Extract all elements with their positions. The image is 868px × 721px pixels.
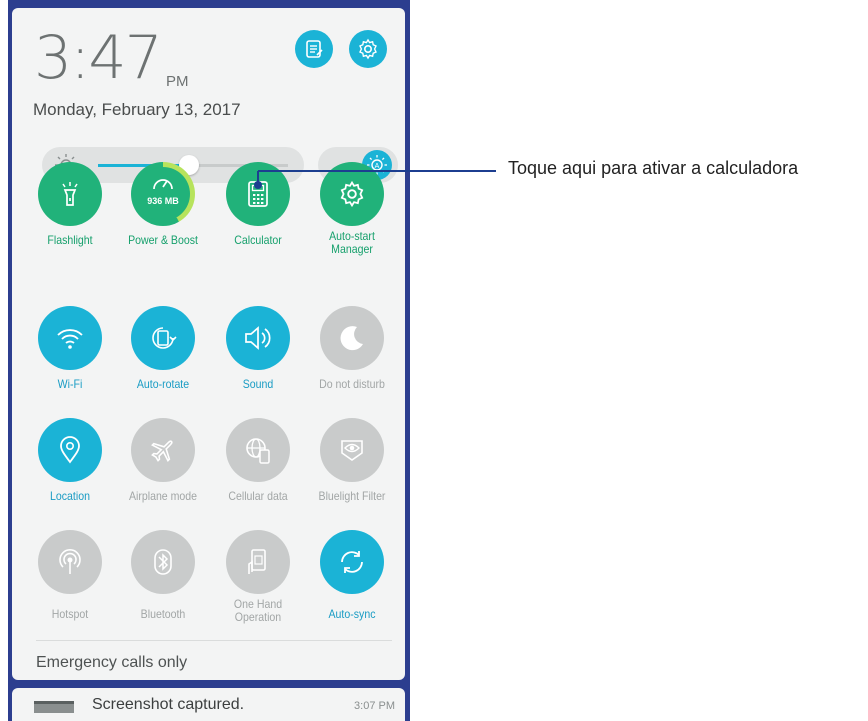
tile-wifi[interactable]: Wi-Fi: [24, 306, 116, 391]
notes-icon: [306, 40, 323, 58]
tile-circle: [38, 418, 102, 482]
tile-circle: [226, 530, 290, 594]
clock-ampm: PM: [166, 73, 189, 90]
airplane-icon: [151, 440, 173, 462]
tile-circle: [131, 306, 195, 370]
tile-circle: [226, 418, 290, 482]
moon-icon: [340, 326, 363, 351]
phone-screen: 3:47 PM Monday, February 13, 2017 A Flas…: [8, 0, 410, 721]
tile-circle: [320, 530, 384, 594]
clock-date: Monday, February 13, 2017: [33, 100, 241, 119]
tile-circle: [38, 530, 102, 594]
tile-label: Location: [50, 489, 90, 503]
tile-label: Calculator: [234, 233, 282, 247]
tile-do-not-disturb[interactable]: Do not disturb: [306, 306, 398, 391]
tile-cellular-data[interactable]: Cellular data: [212, 418, 304, 503]
tile-circle: [38, 306, 102, 370]
tile-auto-rotate[interactable]: Auto-rotate: [117, 306, 209, 391]
tile-label: Auto-start Manager: [329, 229, 375, 256]
tile-circle: 936 MB: [131, 162, 195, 226]
tile-power-boost[interactable]: 936 MB Power & Boost: [117, 162, 209, 247]
tile-label: Airplane mode: [128, 489, 198, 503]
one-hand-icon: [248, 549, 266, 574]
screenshot-thumbnail-icon: [34, 701, 74, 713]
settings-button[interactable]: [349, 30, 387, 68]
clock-time: 3:47: [34, 23, 163, 93]
tile-label: Cellular data: [228, 489, 288, 503]
notification-text: Screenshot captured.: [92, 696, 245, 713]
tile-auto-start-manager[interactable]: Auto-start Manager: [306, 162, 398, 256]
tile-bluetooth[interactable]: Bluetooth: [117, 530, 209, 621]
screenshot-notification[interactable]: Screenshot captured. 3:07 PM: [12, 688, 405, 721]
tile-label: Flashlight: [47, 233, 93, 247]
tile-label: Auto-rotate: [136, 377, 190, 391]
tile-label: Auto-sync: [328, 607, 376, 621]
location-pin-icon: [60, 436, 80, 464]
memory-badge: 936 MB: [147, 196, 179, 206]
tile-circle: [320, 162, 384, 226]
panel-divider: [36, 640, 392, 641]
callout-line: [258, 170, 496, 172]
tile-label: Wi-Fi: [57, 377, 83, 391]
emergency-calls-text: Emergency calls only: [36, 654, 188, 671]
tile-auto-sync[interactable]: Auto-sync: [306, 530, 398, 621]
tile-label: Bluetooth: [140, 607, 186, 621]
callout-dot: [254, 181, 262, 189]
gear-icon: [340, 180, 364, 208]
settings-gear-icon: [359, 38, 377, 60]
notification-time: 3:07 PM: [354, 700, 395, 712]
tile-label: Hotspot: [51, 607, 89, 621]
tile-one-hand-operation[interactable]: One Hand Operation: [212, 530, 304, 624]
tile-label: Sound: [242, 377, 274, 391]
tile-label: Bluelight Filter: [318, 489, 386, 503]
tile-label: Power & Boost: [128, 233, 198, 247]
eye-icon: [341, 440, 363, 461]
tile-circle: [320, 418, 384, 482]
rotate-icon: [152, 327, 177, 349]
globe-icon: [246, 438, 270, 464]
tile-flashlight[interactable]: Flashlight: [24, 162, 116, 247]
speaker-icon: [245, 326, 271, 350]
tile-hotspot[interactable]: Hotspot: [24, 530, 116, 621]
tile-circle: [226, 306, 290, 370]
wifi-icon: [57, 329, 83, 349]
quick-settings-panel: 3:47 PM Monday, February 13, 2017 A Flas…: [12, 8, 405, 680]
hotspot-icon: [59, 549, 81, 574]
tile-circle: [131, 418, 195, 482]
notes-button[interactable]: [295, 30, 333, 68]
tile-circle: [38, 162, 102, 226]
tile-bluelight-filter[interactable]: Bluelight Filter: [306, 418, 398, 503]
speedometer-icon: [153, 179, 173, 190]
tile-sound[interactable]: Sound: [212, 306, 304, 391]
tile-circle: [131, 530, 195, 594]
sync-icon: [341, 551, 363, 573]
tile-location[interactable]: Location: [24, 418, 116, 503]
tile-airplane-mode[interactable]: Airplane mode: [117, 418, 209, 503]
bluetooth-icon: [154, 549, 172, 575]
tile-label: One Hand Operation: [233, 597, 283, 624]
tile-label: Do not disturb: [319, 377, 385, 391]
tile-circle: [320, 306, 384, 370]
callout-label: Toque aqui para ativar a calculadora: [508, 158, 799, 178]
flashlight-icon: [62, 182, 78, 206]
